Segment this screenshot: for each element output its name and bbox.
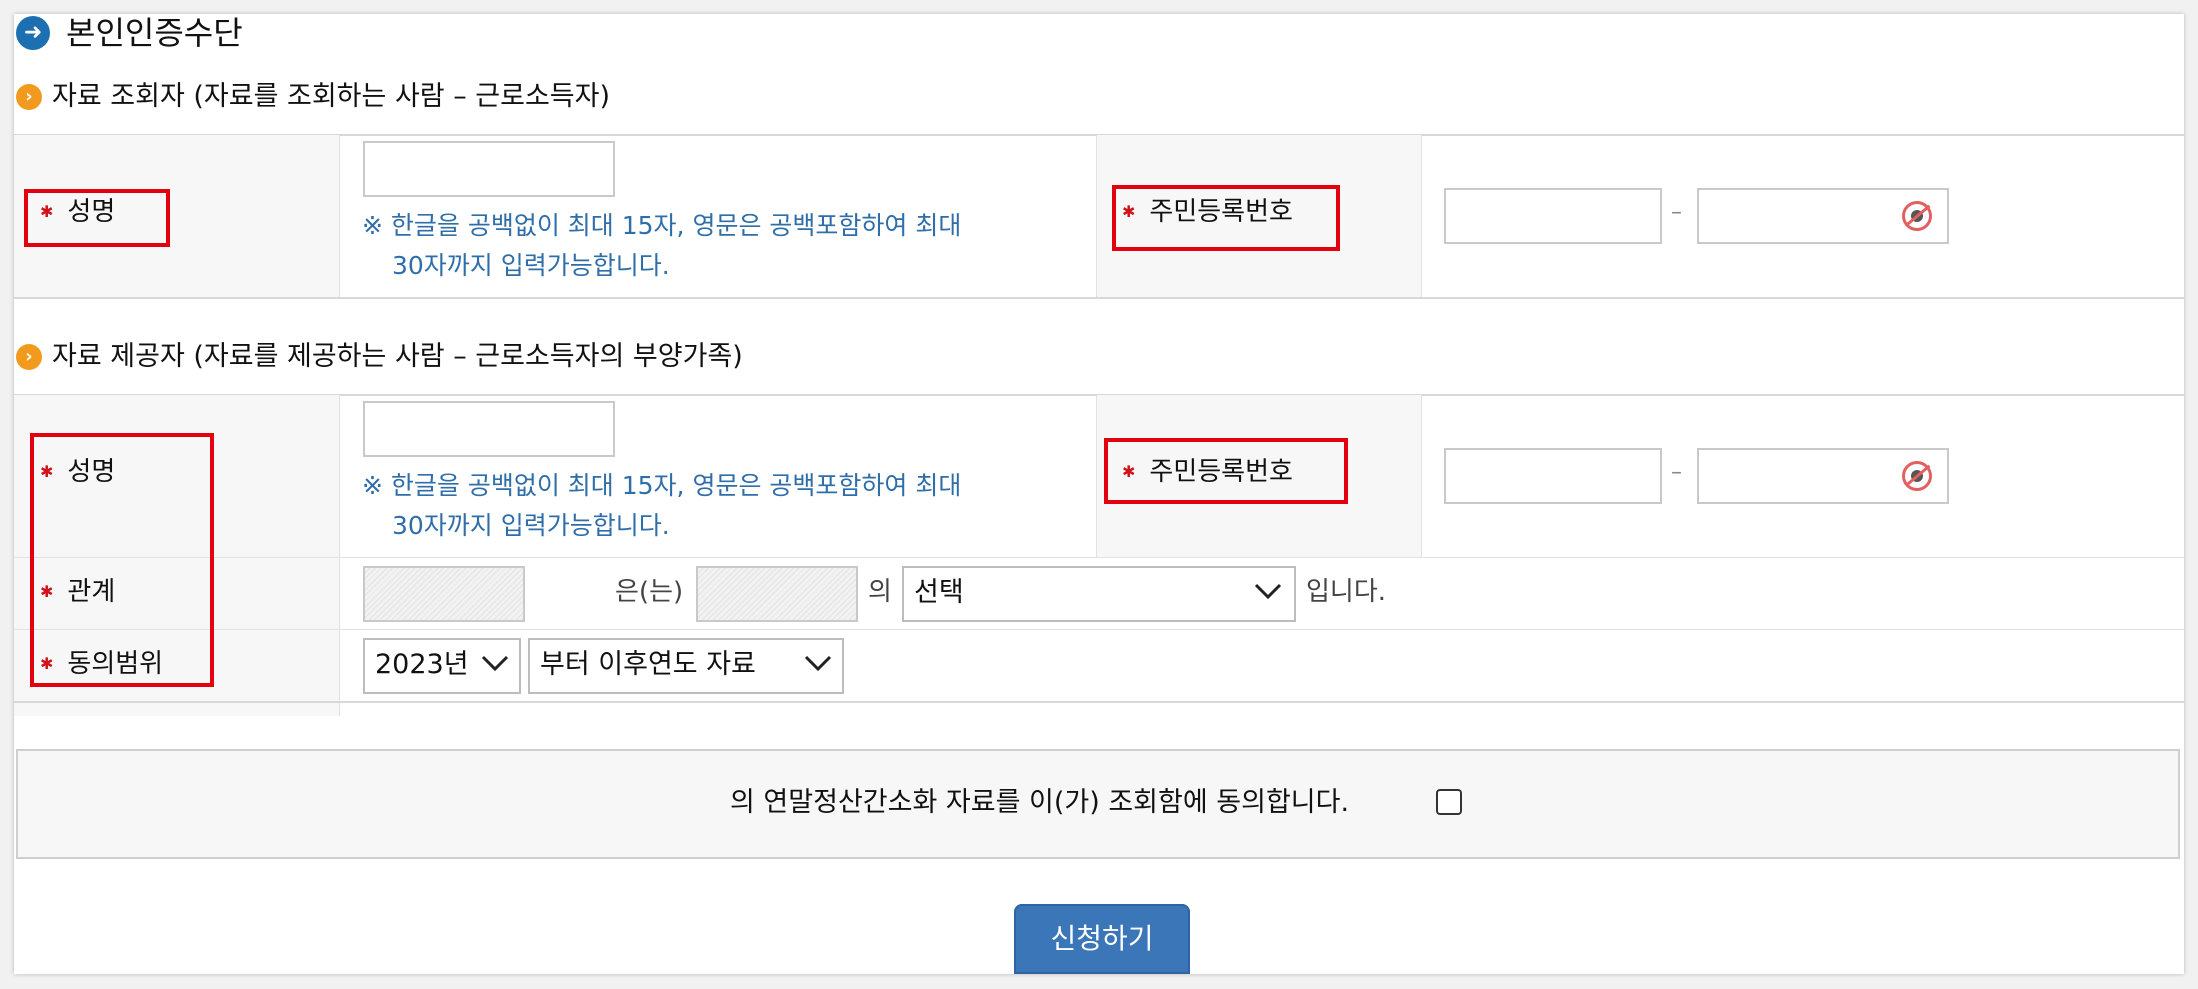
relation-viewer-name-field bbox=[363, 566, 525, 622]
divider bbox=[14, 297, 2184, 299]
relation-connector-1: 은(는) bbox=[615, 577, 684, 607]
chevron-down-icon bbox=[481, 655, 509, 672]
name-hint-line2: 30자까지 입력가능합니다. bbox=[392, 251, 670, 280]
highlight-box bbox=[1112, 185, 1340, 251]
chevron-down-icon bbox=[1254, 583, 1282, 600]
provider-name-input[interactable] bbox=[363, 401, 615, 457]
arrow-right-circle-icon: ➜ bbox=[16, 16, 50, 50]
divider bbox=[14, 629, 2184, 630]
page-title: 본인인증수단 bbox=[66, 14, 243, 52]
select-value: 부터 이후연도 자료 bbox=[540, 649, 756, 680]
viewer-name-input[interactable] bbox=[363, 141, 615, 197]
show-password-eye-icon[interactable] bbox=[1902, 461, 1932, 491]
divider bbox=[339, 395, 340, 716]
viewer-section-title: 자료 조회자 (자료를 조회하는 사람 – 근로소득자) bbox=[52, 81, 611, 112]
divider bbox=[1096, 135, 1097, 297]
submit-button[interactable]: 신청하기 bbox=[1014, 904, 1190, 974]
provider-section-title: 자료 제공자 (자료를 제공하는 사람 – 근로소득자의 부양가족) bbox=[52, 341, 743, 372]
rrn-separator: – bbox=[1671, 200, 1682, 225]
consent-form-panel: ➜ 본인인증수단 › 자료 조회자 (자료를 조회하는 사람 – 근로소득자) … bbox=[14, 14, 2184, 974]
divider bbox=[1421, 135, 1422, 297]
consent-text: 의 연말정산간소화 자료를 이(가) 조회함에 동의합니다. bbox=[730, 787, 1350, 818]
scope-year-select[interactable]: 2023년 bbox=[363, 638, 521, 694]
show-password-eye-icon[interactable] bbox=[1902, 201, 1932, 231]
rrn-separator: – bbox=[1671, 460, 1682, 485]
relation-suffix: 입니다. bbox=[1306, 577, 1387, 607]
relation-provider-name-field bbox=[696, 566, 858, 622]
name-hint-line1: ※ 한글을 공백없이 최대 15자, 영문은 공백포함하여 최대 bbox=[362, 211, 962, 240]
divider bbox=[1096, 395, 1097, 557]
consent-checkbox[interactable] bbox=[1436, 789, 1462, 815]
divider bbox=[14, 701, 2184, 703]
divider bbox=[1421, 395, 1422, 557]
viewer-rrn-front-input[interactable] bbox=[1444, 188, 1662, 244]
relation-select[interactable]: 선택 bbox=[902, 566, 1296, 622]
highlight-box bbox=[1104, 438, 1348, 504]
chevron-down-icon bbox=[804, 655, 832, 672]
name-hint-line2: 30자까지 입력가능합니다. bbox=[392, 511, 670, 540]
divider bbox=[339, 135, 340, 297]
relation-connector-2: 의 bbox=[868, 577, 892, 607]
highlight-box bbox=[24, 189, 170, 247]
scope-range-select[interactable]: 부터 이후연도 자료 bbox=[528, 638, 844, 694]
provider-rrn-front-input[interactable] bbox=[1444, 448, 1662, 504]
select-value: 2023년 bbox=[375, 649, 469, 680]
divider bbox=[14, 557, 2184, 558]
chevron-right-circle-icon: › bbox=[16, 84, 42, 110]
chevron-right-circle-icon: › bbox=[16, 344, 42, 370]
name-hint-line1: ※ 한글을 공백없이 최대 15자, 영문은 공백포함하여 최대 bbox=[362, 471, 962, 500]
select-value: 선택 bbox=[914, 577, 964, 608]
highlight-box bbox=[30, 433, 214, 687]
consent-box: 의 연말정산간소화 자료를 이(가) 조회함에 동의합니다. bbox=[16, 749, 2180, 859]
